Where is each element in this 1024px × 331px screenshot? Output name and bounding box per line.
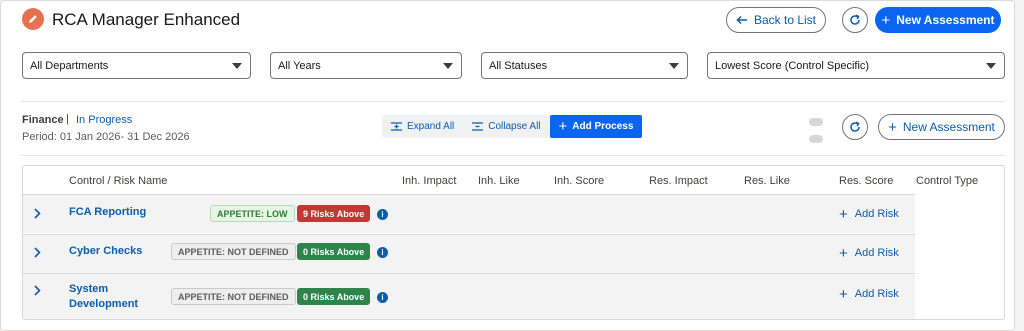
refresh-icon bbox=[850, 121, 860, 132]
status-filter-value: All Statuses bbox=[489, 59, 548, 72]
add-risk-button[interactable]: + Add Risk bbox=[839, 244, 899, 262]
process-actions-group: Expand All Collapse All + Add Process bbox=[382, 115, 643, 138]
plus-icon: + bbox=[839, 205, 848, 223]
arrow-left-icon bbox=[736, 15, 747, 25]
rca-table: Control / Risk Name Inh. Impact Inh. Lik… bbox=[22, 165, 1005, 320]
info-icon[interactable]: i bbox=[377, 292, 388, 303]
refresh-icon bbox=[850, 14, 860, 25]
chevron-down-icon bbox=[669, 63, 679, 69]
risks-above-badge: 9 Risks Above bbox=[297, 205, 371, 222]
collapse-icon bbox=[472, 122, 484, 131]
column-header: Inh. Impact bbox=[402, 175, 457, 187]
table-row: Cyber Checks APPETITE: NOT DEFINED 0 Ris… bbox=[23, 234, 915, 273]
sort-filter[interactable]: Lowest Score (Control Specific) bbox=[707, 52, 1005, 79]
plus-icon: + bbox=[888, 118, 897, 136]
risks-above-badge: 0 Risks Above bbox=[297, 243, 371, 260]
expand-icon bbox=[391, 122, 402, 131]
sort-filter-value: Lowest Score (Control Specific) bbox=[715, 59, 870, 72]
year-filter[interactable]: All Years bbox=[270, 52, 462, 79]
year-filter-value: All Years bbox=[278, 59, 321, 72]
column-header: Res. Score bbox=[839, 175, 894, 187]
plus-icon: + bbox=[558, 118, 568, 135]
chevron-down-icon bbox=[986, 63, 996, 69]
chevron-down-icon bbox=[443, 63, 453, 69]
new-assessment-secondary-button[interactable]: + New Assessment bbox=[878, 114, 1005, 140]
column-header: Control / Risk Name bbox=[69, 175, 168, 187]
toggle-indicator bbox=[809, 135, 823, 143]
refresh-button[interactable] bbox=[842, 114, 868, 140]
add-risk-button[interactable]: + Add Risk bbox=[839, 285, 899, 303]
column-header: Inh. Like bbox=[478, 175, 520, 187]
add-risk-label: Add Risk bbox=[854, 247, 899, 259]
edit-pencil-icon bbox=[22, 8, 44, 30]
process-name-link[interactable]: System Development bbox=[69, 282, 138, 312]
department-filter[interactable]: All Departments bbox=[22, 52, 251, 79]
collapse-all-label: Collapse All bbox=[488, 121, 541, 132]
page-title: RCA Manager Enhanced bbox=[52, 10, 241, 29]
status-filter[interactable]: All Statuses bbox=[481, 52, 688, 79]
chevron-right-icon[interactable] bbox=[32, 245, 42, 259]
column-header: Res. Impact bbox=[649, 175, 708, 187]
table-row: FCA Reporting APPETITE: LOW 9 Risks Abov… bbox=[23, 194, 915, 233]
add-risk-label: Add Risk bbox=[854, 288, 899, 300]
collapse-all-button[interactable]: Collapse All bbox=[463, 115, 549, 138]
add-process-button[interactable]: + Add Process bbox=[549, 115, 643, 138]
plus-icon: + bbox=[881, 11, 891, 29]
assessment-period: Period: 01 Jan 2026- 31 Dec 2026 bbox=[22, 131, 190, 143]
process-name-link[interactable]: Cyber Checks bbox=[69, 244, 142, 259]
context-separator: | bbox=[66, 113, 69, 125]
expand-all-button[interactable]: Expand All bbox=[382, 115, 463, 138]
new-assessment-secondary-label: New Assessment bbox=[902, 120, 995, 134]
column-header: Control Type bbox=[916, 175, 979, 187]
assessment-department: Finance bbox=[22, 114, 64, 126]
appetite-badge: APPETITE: LOW bbox=[210, 205, 295, 222]
add-risk-button[interactable]: + Add Risk bbox=[839, 205, 899, 223]
back-to-list-label: Back to List bbox=[753, 13, 817, 27]
expand-all-label: Expand All bbox=[407, 121, 455, 132]
rca-manager-card: RCA Manager Enhanced Back to List + New … bbox=[0, 0, 1015, 331]
new-assessment-label: New Assessment bbox=[896, 13, 995, 27]
appetite-badge: APPETITE: NOT DEFINED bbox=[171, 243, 296, 260]
process-name-line: Development bbox=[69, 298, 139, 310]
chevron-right-icon[interactable] bbox=[32, 206, 42, 220]
column-header: Res. Like bbox=[744, 175, 790, 187]
plus-icon: + bbox=[839, 285, 848, 303]
new-assessment-button[interactable]: + New Assessment bbox=[875, 7, 1001, 33]
risks-above-badge: 0 Risks Above bbox=[297, 288, 371, 305]
add-risk-label: Add Risk bbox=[854, 208, 899, 220]
process-name-line: System bbox=[69, 283, 109, 295]
column-header: Inh. Score bbox=[554, 175, 605, 187]
back-to-list-button[interactable]: Back to List bbox=[726, 7, 826, 33]
department-filter-value: All Departments bbox=[30, 59, 109, 72]
info-icon[interactable]: i bbox=[377, 247, 388, 258]
assessment-status: In Progress bbox=[76, 114, 133, 126]
add-process-label: Add Process bbox=[572, 121, 634, 132]
chevron-right-icon[interactable] bbox=[32, 283, 42, 297]
table-row: System Development APPETITE: NOT DEFINED… bbox=[23, 273, 915, 319]
toggle-indicator bbox=[809, 118, 823, 126]
section-divider bbox=[21, 101, 1005, 102]
info-icon[interactable]: i bbox=[377, 209, 388, 220]
appetite-badge: APPETITE: NOT DEFINED bbox=[171, 288, 296, 305]
section-divider bbox=[21, 155, 1005, 156]
refresh-button[interactable] bbox=[842, 7, 868, 33]
chevron-down-icon bbox=[232, 63, 242, 69]
process-name-link[interactable]: FCA Reporting bbox=[69, 205, 146, 220]
plus-icon: + bbox=[839, 244, 848, 262]
